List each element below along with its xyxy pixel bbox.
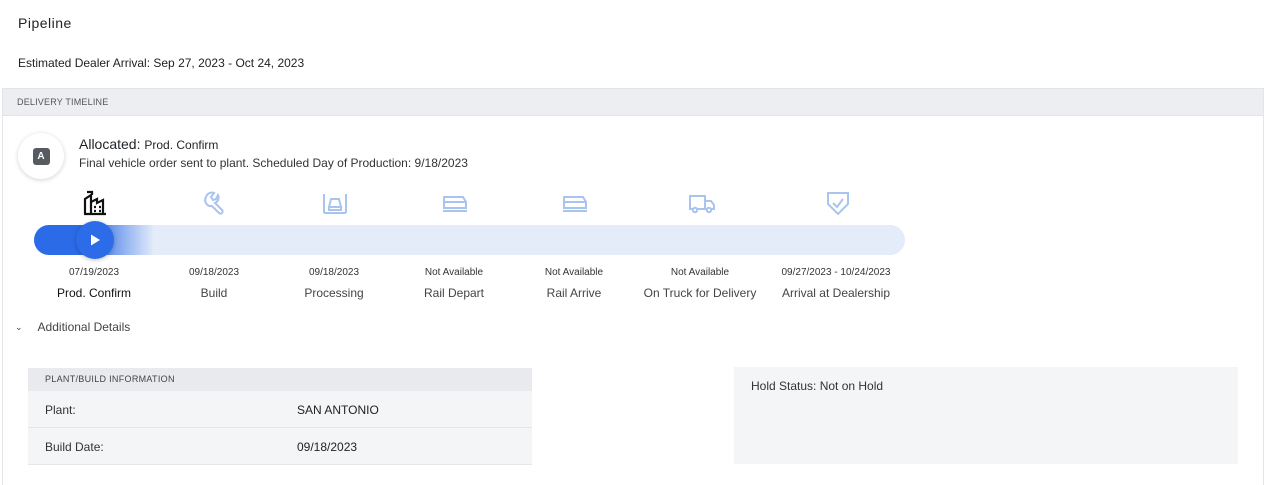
page-title: Pipeline (18, 15, 72, 31)
hold-status-card: Hold Status: Not on Hold (734, 367, 1238, 464)
status-title: Allocated: (79, 136, 141, 152)
stage-label-processing: Processing (304, 286, 364, 300)
status-heading: Allocated: Prod. Confirm (79, 136, 218, 152)
additional-details-label: Additional Details (37, 320, 131, 334)
stage-date: Not Available (544, 267, 604, 278)
rail-car-icon (443, 196, 467, 212)
plant-card-header: PLANT/BUILD INFORMATION (28, 368, 532, 391)
status-badge: A (18, 133, 64, 179)
plant-build-card: PLANT/BUILD INFORMATION Plant: SAN ANTON… (28, 368, 532, 465)
progress-play-button[interactable] (76, 221, 114, 259)
chevron-down-icon: ⌄ (15, 321, 23, 332)
stage-date: Not Available (670, 267, 730, 278)
additional-details-toggle[interactable]: ⌄ Additional Details (15, 320, 130, 334)
table-row: Build Date: 09/18/2023 (28, 428, 532, 465)
stage-date: 07/19/2023 (68, 267, 120, 278)
estimated-arrival: Estimated Dealer Arrival: Sep 27, 2023 -… (18, 56, 305, 70)
build-date-label: Build Date: (45, 440, 104, 454)
stage-label-on-truck: On Truck for Delivery (643, 286, 757, 300)
car-processing-icon (323, 194, 347, 214)
factory-icon (83, 190, 106, 216)
wrench-icon (204, 191, 224, 215)
plant-value: SAN ANTONIO (297, 403, 379, 417)
stage-label-rail-arrive: Rail Arrive (546, 286, 602, 300)
stage-date: Not Available (424, 267, 484, 278)
build-date-value: 09/18/2023 (297, 440, 358, 454)
truck-icon (689, 195, 715, 214)
table-row: Plant: SAN ANTONIO (28, 391, 532, 428)
delivery-timeline-panel: DELIVERY TIMELINE A Allocated: Prod. Con… (2, 88, 1264, 485)
stage-label-rail-depart: Rail Depart (423, 286, 485, 300)
section-header: DELIVERY TIMELINE (3, 89, 1263, 116)
stage-date: 09/27/2023 - 10/24/2023 (781, 267, 891, 278)
progress-track (34, 225, 905, 255)
status-description: Final vehicle order sent to plant. Sched… (79, 156, 468, 170)
shield-check-icon (827, 192, 849, 216)
stage-label-build: Build (200, 286, 228, 300)
status-subtitle: Prod. Confirm (144, 138, 219, 152)
plant-label: Plant: (45, 403, 76, 417)
status-letter-icon: A (32, 147, 50, 165)
play-icon (91, 234, 100, 246)
stage-date: 09/18/2023 (308, 267, 360, 278)
stage-label-arrival: Arrival at Dealership (781, 286, 891, 300)
rail-car-icon (563, 196, 587, 212)
hold-status-text: Hold Status: Not on Hold (751, 379, 884, 393)
stage-date: 09/18/2023 (188, 267, 240, 278)
stage-label-prod-confirm: Prod. Confirm (56, 286, 132, 300)
